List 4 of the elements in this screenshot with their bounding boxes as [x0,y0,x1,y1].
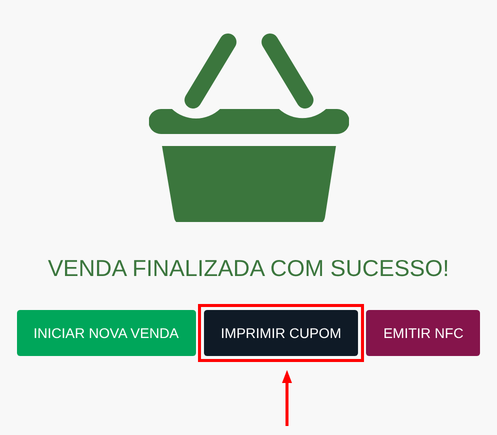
success-message: VENDA FINALIZADA COM SUCESSO! [48,254,450,282]
action-button[interactable]: IMPRIMIR CUPOM [204,310,358,356]
arrow-icon [282,370,292,426]
action-button[interactable]: EMITIR NFC [366,310,480,356]
